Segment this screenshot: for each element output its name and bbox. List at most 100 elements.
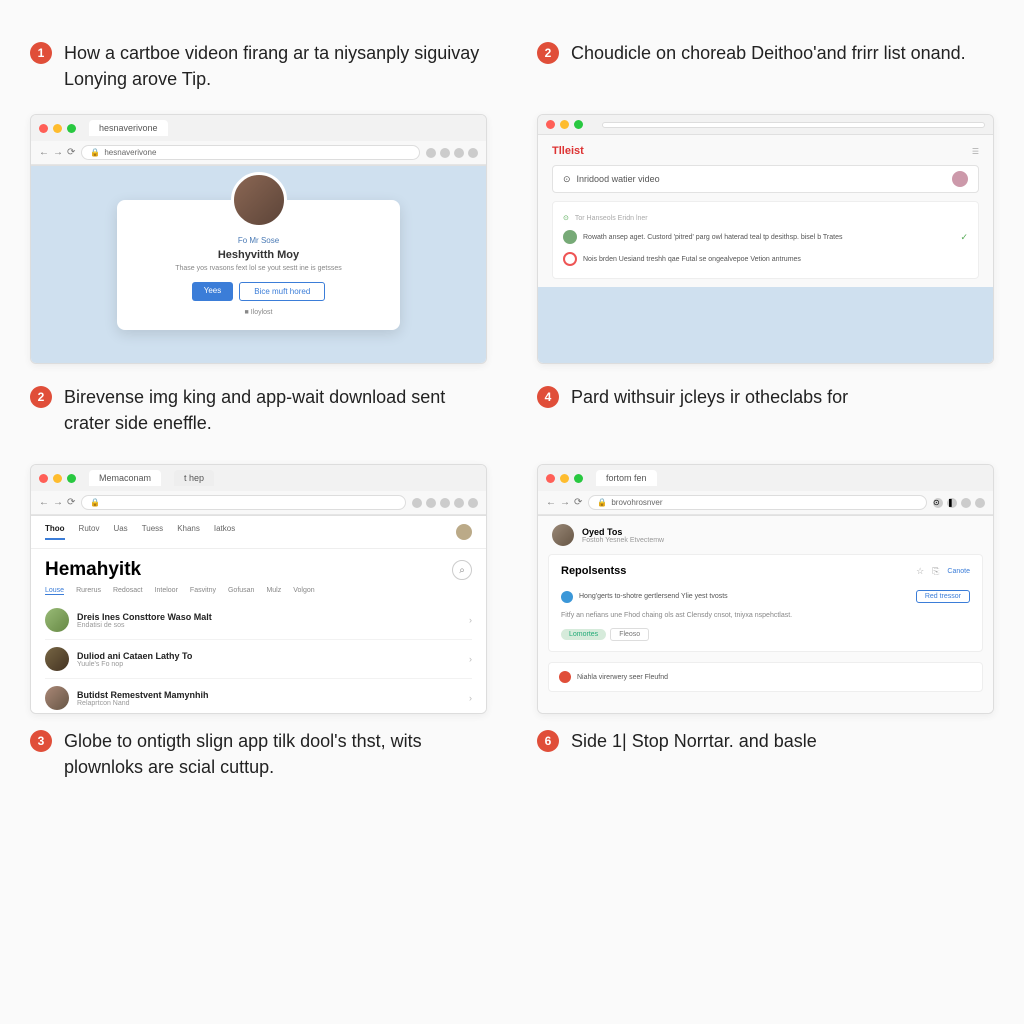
ext-icon[interactable]	[426, 148, 436, 158]
ext-icon[interactable]: ❚	[947, 498, 957, 508]
subtab[interactable]: Mulz	[266, 587, 281, 595]
titlebar: fortom fen	[538, 465, 993, 491]
browser-tab[interactable]: t hep	[174, 470, 214, 486]
info-icon	[561, 591, 573, 603]
step-header: 2 Choudicle on choreab Deithoo'and frirr…	[537, 40, 994, 100]
lock-icon: 🔒	[597, 498, 607, 507]
ext-icon[interactable]	[454, 498, 464, 508]
ext-icon[interactable]: ⊙	[933, 498, 943, 508]
subtab[interactable]: Fasvitny	[190, 587, 216, 595]
avatar	[45, 686, 69, 710]
avatar	[231, 172, 287, 228]
browser-tab[interactable]: Memaconam	[89, 470, 161, 486]
bookmark-icon[interactable]: ☆	[916, 566, 924, 577]
reload-icon[interactable]: ⟳	[574, 497, 582, 508]
ext-icon[interactable]	[961, 498, 971, 508]
close-dot[interactable]	[39, 474, 48, 483]
result-row[interactable]: ⊙Tor Hanseols Eridn lner	[563, 210, 968, 226]
tag-pill[interactable]: Fleoso	[610, 628, 649, 641]
titlebar: Memaconam t hep	[31, 465, 486, 491]
list: Dreis Ines Consttore Waso MaltEndatisi d…	[31, 601, 486, 713]
lock-icon: 🔒	[90, 148, 100, 157]
search-bar[interactable]: ⊙Inridood watier video	[552, 165, 979, 193]
subtab[interactable]: Louse	[45, 587, 64, 595]
close-dot[interactable]	[546, 120, 555, 129]
address-bar[interactable]	[602, 122, 985, 128]
nav-icons: ← → ⟳	[39, 147, 75, 158]
nav-tab[interactable]: Thoo	[45, 524, 65, 540]
subtabs: Louse Rurerus Redosact Inteloor Fasvitny…	[31, 587, 486, 601]
tag-pill[interactable]: Lomortes	[561, 629, 606, 640]
browser-window-1: hesnaverivone ← → ⟳ 🔒hesnaverivone Fo Mr S…	[30, 114, 487, 364]
card-desc: Thase yos rvasons fext lol se yout sestt…	[135, 265, 381, 272]
browser-tab[interactable]: fortom fen	[596, 470, 657, 486]
profile-sub: Fostoh Yesnek Etvectemw	[582, 537, 664, 544]
close-dot[interactable]	[39, 124, 48, 133]
result-row[interactable]: Nois brden Uesiand treshh qae Futal se o…	[563, 248, 968, 270]
nav-tab[interactable]: Khans	[177, 524, 200, 540]
ext-icon[interactable]	[468, 498, 478, 508]
subtab[interactable]: Redosact	[113, 587, 143, 595]
step-text: Choudicle on choreab Deithoo'and frirr l…	[571, 40, 966, 66]
list-item[interactable]: Butidst Remestvent MamynhihRelaprtcon Na…	[45, 679, 472, 713]
ext-icon[interactable]	[426, 498, 436, 508]
search-icon: ⊙	[563, 174, 571, 185]
step-header: 6 Side 1| Stop Norrtar. and basle	[537, 728, 994, 788]
subtab[interactable]: Inteloor	[155, 587, 178, 595]
min-dot[interactable]	[560, 120, 569, 129]
profile-card: Fo Mr Sose Heshyvitth Moy Thase yos rvas…	[117, 200, 399, 330]
ext-icon[interactable]	[975, 498, 985, 508]
address-bar[interactable]: 🔒brovohrosnver	[588, 495, 927, 510]
ext-icon[interactable]	[468, 148, 478, 158]
nav-icons: ← → ⟳	[546, 497, 582, 508]
list-item[interactable]: Dreis Ines Consttore Waso MaltEndatisi d…	[45, 601, 472, 640]
primary-button[interactable]: Yees	[192, 282, 234, 301]
address-bar[interactable]: 🔒hesnaverivone	[81, 145, 420, 160]
nav-tab[interactable]: Rutov	[79, 524, 100, 540]
reload-icon[interactable]: ⟳	[67, 497, 75, 508]
fwd-icon[interactable]: →	[53, 497, 63, 508]
max-dot[interactable]	[574, 474, 583, 483]
min-dot[interactable]	[53, 124, 62, 133]
back-icon[interactable]: ←	[39, 147, 49, 158]
copy-icon[interactable]: ⎘	[932, 566, 939, 577]
close-dot[interactable]	[546, 474, 555, 483]
page-content: Tlleist ☰ ⊙Inridood watier video ⊙Tor Ha…	[538, 135, 993, 363]
max-dot[interactable]	[574, 120, 583, 129]
subtab[interactable]: Gofusan	[228, 587, 254, 595]
panel-link[interactable]: Canote	[947, 568, 970, 575]
panel-title: Repolsentss	[561, 565, 626, 577]
max-dot[interactable]	[67, 124, 76, 133]
min-dot[interactable]	[53, 474, 62, 483]
action-button[interactable]: Red tressor	[916, 590, 970, 603]
subtab[interactable]: Rurerus	[76, 587, 101, 595]
fwd-icon[interactable]: →	[560, 497, 570, 508]
nav-tab[interactable]: Uas	[113, 524, 127, 540]
menu-icon[interactable]: ☰	[972, 147, 979, 156]
min-dot[interactable]	[560, 474, 569, 483]
back-icon[interactable]: ←	[39, 497, 49, 508]
fwd-icon[interactable]: →	[53, 147, 63, 158]
secondary-button[interactable]: Bice muft hored	[239, 282, 325, 301]
browser-chrome	[538, 115, 993, 135]
search-icon[interactable]: ⌕	[452, 560, 472, 580]
nav-tab[interactable]: Tuess	[142, 524, 164, 540]
traffic-lights	[39, 474, 76, 483]
avatar[interactable]	[456, 524, 472, 540]
list-item[interactable]: Duliod ani Cataen Lathy ToYuule's Fo nop…	[45, 640, 472, 679]
result-row[interactable]: Rowath ansep aget. Custord 'pitred' parg…	[563, 226, 968, 248]
subtab[interactable]: Volgon	[293, 587, 314, 595]
back-icon[interactable]: ←	[546, 497, 556, 508]
browser-tab[interactable]: hesnaverivone	[89, 120, 168, 136]
reload-icon[interactable]: ⟳	[67, 147, 75, 158]
max-dot[interactable]	[67, 474, 76, 483]
browser-window-2: Tlleist ☰ ⊙Inridood watier video ⊙Tor Ha…	[537, 114, 994, 364]
address-bar[interactable]: 🔒	[81, 495, 406, 510]
ext-icon[interactable]	[440, 498, 450, 508]
ext-icon[interactable]	[440, 148, 450, 158]
ext-icon[interactable]	[412, 498, 422, 508]
avatar	[45, 608, 69, 632]
nav-tab[interactable]: Iatkos	[214, 524, 235, 540]
ext-icon[interactable]	[454, 148, 464, 158]
traffic-lights	[546, 474, 583, 483]
